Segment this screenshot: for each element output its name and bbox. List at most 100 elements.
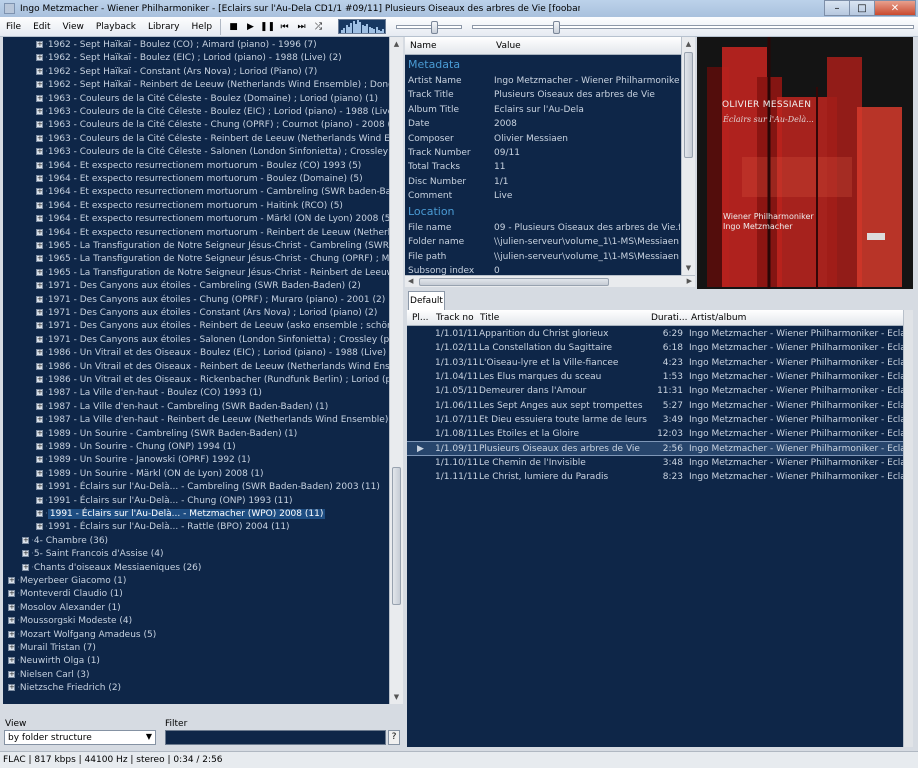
tree-node[interactable]: + ·1986 - Un Vitrail et des Oiseaux - Rei… xyxy=(36,361,389,374)
tab-default[interactable]: Default xyxy=(408,291,445,311)
expand-icon[interactable]: + xyxy=(36,456,43,464)
volume-slider[interactable] xyxy=(396,21,462,34)
expand-icon[interactable]: + xyxy=(36,309,43,316)
tree-node[interactable]: + · 1991 - Éclairs sur l'Au-Delà... - Metz… xyxy=(36,508,326,521)
tree-node[interactable]: + ·1971 - Des Canyons aux étoiles - Chung… xyxy=(36,294,385,307)
previous-icon[interactable]: ⏮ xyxy=(277,19,292,34)
scroll-up-icon[interactable]: ▲ xyxy=(390,37,403,51)
tree-node[interactable]: + ·1965 - La Transfiguration de Notre Sei… xyxy=(36,253,389,266)
expand-icon[interactable]: + xyxy=(8,630,15,638)
tree-node[interactable]: + ·1986 - Un Vitrail et des Oiseaux - Bou… xyxy=(36,347,389,360)
tree-node[interactable]: + ·Nietzsche Friedrich (2) xyxy=(8,682,121,695)
tree-node[interactable]: + ·1986 - Un Vitrail et des Oiseaux - Ric… xyxy=(36,374,389,387)
property-row[interactable]: Track Title Plusieurs Oiseaux des arbres … xyxy=(408,88,680,102)
expand-icon[interactable]: + xyxy=(36,362,43,370)
scroll-right-icon[interactable]: ▶ xyxy=(687,277,692,285)
expand-icon[interactable]: + xyxy=(22,536,29,544)
column-title[interactable]: Title xyxy=(480,313,499,323)
menu-view[interactable]: View xyxy=(57,17,90,37)
property-row[interactable]: Track Number 09/11 xyxy=(408,146,680,160)
playlist-row[interactable]: 1/1.01/11 Apparition du Christ glorieux 6:… xyxy=(407,327,911,341)
expand-icon[interactable]: + xyxy=(8,644,15,651)
property-row[interactable]: Disc Number 1/1 xyxy=(408,175,680,189)
expand-icon[interactable]: + xyxy=(36,41,43,48)
expand-icon[interactable]: + xyxy=(36,483,43,491)
expand-icon[interactable]: + xyxy=(36,67,43,75)
property-row[interactable]: Subsong index 0 xyxy=(408,264,680,275)
play-icon[interactable]: ▶ xyxy=(243,19,258,34)
tree-node[interactable]: + ·1991 - Éclairs sur l'Au-Delà... - Chun… xyxy=(36,495,293,508)
tree-node[interactable]: + ·1962 - Sept Haïkaï - Reinbert de Leeuw… xyxy=(36,79,389,92)
pause-icon[interactable]: ❚❚ xyxy=(260,19,275,34)
random-icon[interactable]: ⤮ xyxy=(311,19,326,34)
tree-node[interactable]: + ·1989 - Un Sourire - Märkl (ON de Lyon)… xyxy=(36,468,264,481)
property-row[interactable]: Composer Olivier Messiaen xyxy=(408,132,680,146)
menu-library[interactable]: Library xyxy=(142,17,185,37)
tree-node[interactable]: + ·1991 - Éclairs sur l'Au-Delà... - Ratt… xyxy=(36,521,290,534)
property-row[interactable]: Total Tracks 11 xyxy=(408,160,680,174)
properties-name-column[interactable]: Name xyxy=(410,41,437,51)
tree-node[interactable]: + ·5- Saint Francois d'Assise (4) xyxy=(22,548,164,561)
playlist-row[interactable]: 1/1.05/11 Demeurer dans l'Amour 11:31 Ingo … xyxy=(407,384,911,398)
expand-icon[interactable]: + xyxy=(8,617,15,625)
expand-icon[interactable]: + xyxy=(36,215,43,223)
property-row[interactable]: Folder name \\julien-serveur\volume_1\1-M… xyxy=(408,235,680,249)
properties-hscrollbar[interactable]: ◀ ▶ xyxy=(405,275,695,287)
maximize-button[interactable]: □ xyxy=(849,0,875,16)
tree-node[interactable]: + ·1963 - Couleurs de la Cité Céleste - S… xyxy=(36,146,389,159)
library-scrollbar[interactable]: ▲ ▼ xyxy=(389,37,403,704)
expand-icon[interactable]: + xyxy=(36,376,43,383)
tree-node[interactable]: + ·1963 - Couleurs de la Cité Céleste - R… xyxy=(36,133,389,146)
scroll-down-icon[interactable]: ▼ xyxy=(682,261,695,275)
filter-help-button[interactable]: ? xyxy=(388,730,400,745)
tree-node[interactable]: + ·Chants d'oiseaux Messiaeniques (26) xyxy=(22,562,201,575)
tree-node[interactable]: + ·1971 - Des Canyons aux étoiles - Salon… xyxy=(36,334,389,347)
close-button[interactable]: ✕ xyxy=(874,0,916,16)
expand-icon[interactable]: + xyxy=(36,349,43,357)
expand-icon[interactable]: + xyxy=(36,443,43,450)
playlist-row[interactable]: 1/1.11/11 Le Christ, lumiere du Paradis 8:… xyxy=(407,470,911,484)
expand-icon[interactable]: + xyxy=(8,670,15,678)
tree-node[interactable]: + ·1989 - Un Sourire - Cambreling (SWR Ba… xyxy=(36,428,297,441)
tree-node[interactable]: + ·1991 - Éclairs sur l'Au-Delà... - Camb… xyxy=(36,481,380,494)
expand-icon[interactable]: + xyxy=(36,81,43,89)
property-row[interactable]: Album Title Eclairs sur l'Au-Dela xyxy=(408,103,680,117)
expand-icon[interactable]: + xyxy=(8,684,15,692)
view-select[interactable]: by folder structure ▼ xyxy=(4,730,156,745)
column-playing[interactable]: Pl... xyxy=(412,313,429,323)
properties-scrollbar[interactable]: ▲ ▼ xyxy=(681,37,695,275)
filter-input[interactable] xyxy=(165,730,386,745)
expand-icon[interactable]: + xyxy=(36,496,43,504)
tree-node[interactable]: + ·Murail Tristan (7) xyxy=(8,642,96,655)
tree-node[interactable]: + ·1971 - Des Canyons aux étoiles - Const… xyxy=(36,307,377,320)
playlist-row[interactable]: 1/1.07/11 Et Dieu essuiera toute larme de… xyxy=(407,413,911,427)
tree-node[interactable]: + ·Monteverdi Claudio (1) xyxy=(8,588,123,601)
expand-icon[interactable]: + xyxy=(36,335,43,343)
expand-icon[interactable]: + xyxy=(36,121,43,129)
seek-bar[interactable] xyxy=(472,21,914,34)
tree-node[interactable]: + ·1965 - La Transfiguration de Notre Sei… xyxy=(36,240,389,253)
expand-icon[interactable]: + xyxy=(36,469,43,477)
expand-icon[interactable]: + xyxy=(36,416,43,424)
property-row[interactable]: Date 2008 xyxy=(408,117,680,131)
expand-icon[interactable]: + xyxy=(36,389,43,397)
tree-node[interactable]: + ·4- Chambre (36) xyxy=(22,535,108,548)
scroll-down-icon[interactable]: ▼ xyxy=(390,690,403,704)
column-track-no[interactable]: Track no xyxy=(436,313,474,323)
property-row[interactable]: File path \\julien-serveur\volume_1\1-MS\… xyxy=(408,250,680,264)
tree-node[interactable]: + ·1989 - Un Sourire - Janowski (OPRF) 19… xyxy=(36,454,250,467)
property-row[interactable]: Artist Name Ingo Metzmacher - Wiener Phil… xyxy=(408,74,680,88)
expand-icon[interactable]: + xyxy=(36,108,43,115)
tree-node[interactable]: + ·1965 - La Transfiguration de Notre Sei… xyxy=(36,267,389,280)
volume-slider-thumb[interactable] xyxy=(431,21,439,34)
tree-node[interactable]: + ·1964 - Et exspecto resurrectionem mort… xyxy=(36,186,389,199)
expand-icon[interactable]: + xyxy=(36,268,43,276)
properties-scrollbar-thumb[interactable] xyxy=(684,52,693,158)
tree-node[interactable]: + ·Mozart Wolfgang Amadeus (5) xyxy=(8,629,156,642)
next-icon[interactable]: ⏭ xyxy=(294,19,309,34)
expand-icon[interactable]: + xyxy=(36,161,43,169)
property-row[interactable]: Comment Live xyxy=(408,189,680,203)
column-duration[interactable]: Durati... xyxy=(651,313,687,323)
tree-node[interactable]: + ·1962 - Sept Haïkaï - Constant (Ars Nov… xyxy=(36,66,317,79)
expand-icon[interactable]: + xyxy=(36,175,43,182)
